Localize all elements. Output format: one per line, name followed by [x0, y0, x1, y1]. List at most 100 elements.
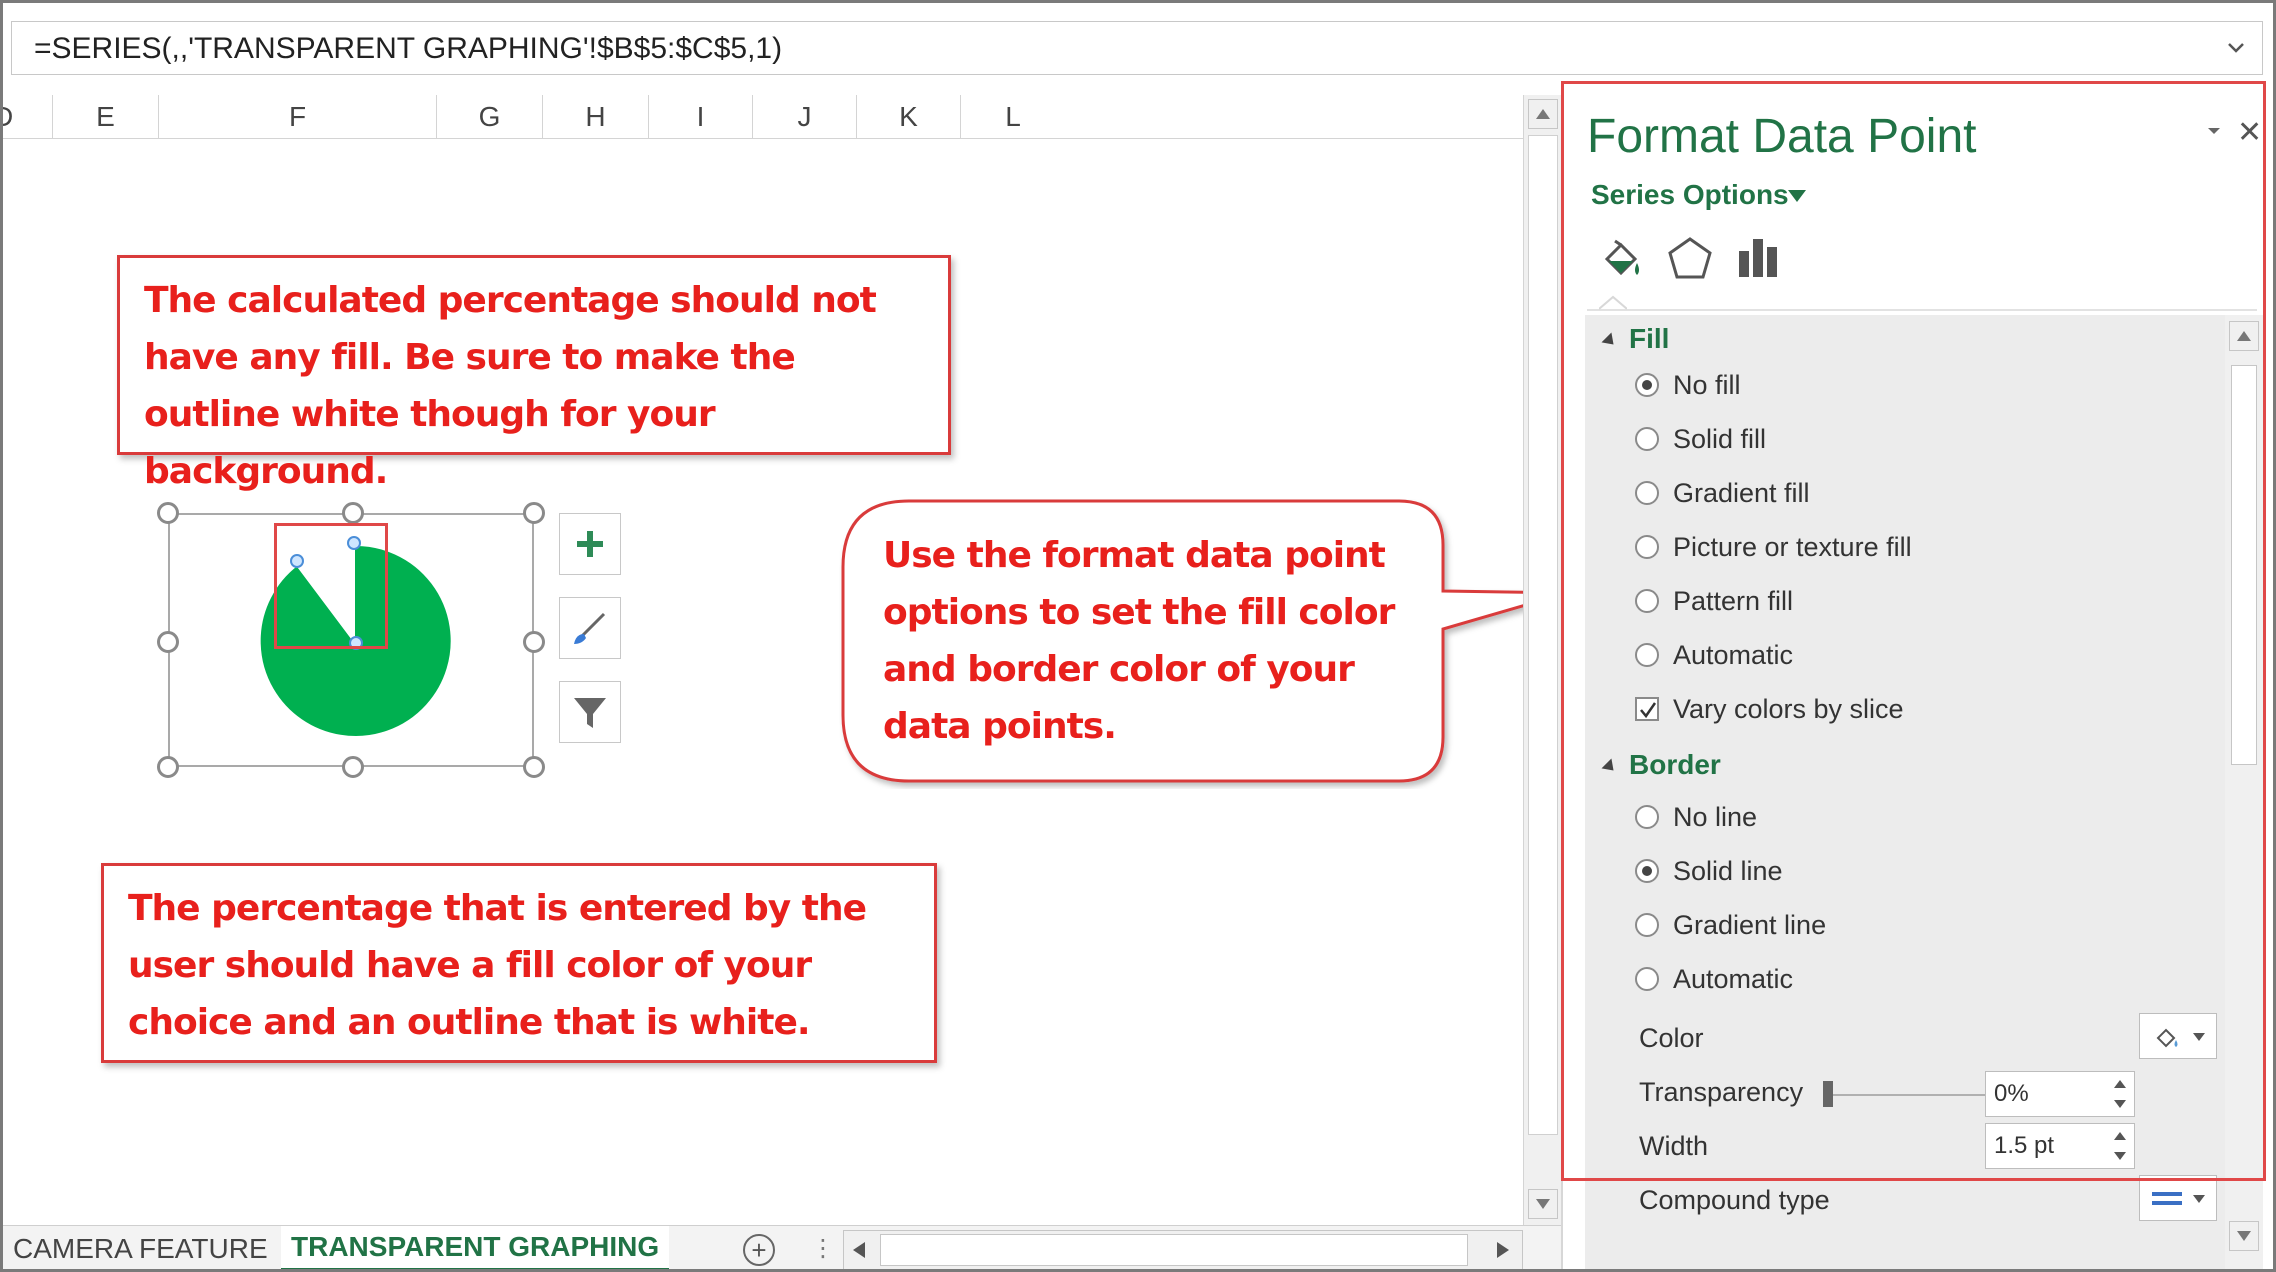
radio-button[interactable] [1635, 535, 1659, 559]
radio-button[interactable] [1635, 427, 1659, 451]
fill-section-header[interactable]: Fill [1601, 323, 1669, 355]
effects-pentagon-icon[interactable] [1665, 233, 1715, 283]
radio-button[interactable] [1635, 643, 1659, 667]
callout-calculated-percentage: The calculated percentage should not hav… [117, 255, 951, 492]
compound-type-label: Compound type [1639, 1185, 1830, 1215]
checkbox[interactable] [1635, 697, 1659, 721]
triangle-up-icon [1536, 109, 1550, 119]
slice-handle-a [290, 554, 304, 568]
sheet-vertical-scroll-thumb[interactable] [1528, 135, 1558, 1135]
slice-handle-b [347, 536, 361, 550]
resize-handle-bottom-right[interactable] [523, 756, 545, 778]
triangle-left-icon[interactable] [852, 1241, 866, 1259]
resize-handle-right[interactable] [523, 631, 545, 653]
pane-vertical-scrollbar[interactable] [2225, 315, 2263, 1269]
compound-type-dropdown[interactable] [2139, 1175, 2217, 1221]
column-header-row: D E F G H I J K L [3, 95, 1523, 139]
sheet-vertical-scrollbar[interactable] [1523, 95, 1561, 1230]
spinner-arrows-icon[interactable] [2112, 1076, 2128, 1112]
border-color-dropdown[interactable] [2139, 1013, 2217, 1059]
chevron-down-icon[interactable] [2224, 36, 2248, 60]
radio-pattern-fill[interactable]: Pattern fill [1635, 583, 1793, 619]
spinner-arrows-icon[interactable] [2112, 1128, 2128, 1164]
width-input[interactable]: 1.5 pt [1985, 1123, 2135, 1169]
paint-bucket-icon [2156, 1028, 2178, 1048]
chevron-down-icon [2193, 1033, 2205, 1041]
pane-scroll-up-button[interactable] [2229, 321, 2259, 351]
column-header-i[interactable]: I [649, 95, 753, 139]
radio-gradient-fill[interactable]: Gradient fill [1635, 475, 1810, 511]
chart-filters-button[interactable] [559, 681, 621, 743]
column-header-g[interactable]: G [437, 95, 543, 139]
radio-button[interactable] [1635, 913, 1659, 937]
chart-styles-button[interactable] [559, 597, 621, 659]
chart-elements-button[interactable] [559, 513, 621, 575]
chevron-down-icon [2193, 1195, 2205, 1203]
pane-scroll-thumb[interactable] [2231, 365, 2257, 765]
pie-chart-plot[interactable] [170, 515, 536, 769]
radio-gradient-line[interactable]: Gradient line [1635, 907, 1826, 943]
fill-line-icon[interactable] [1597, 233, 1647, 283]
radio-button[interactable] [1635, 967, 1659, 991]
radio-button[interactable] [1635, 805, 1659, 829]
radio-button[interactable] [1635, 481, 1659, 505]
radio-automatic-line[interactable]: Automatic [1635, 961, 1793, 997]
pane-options-area: Fill No fill Solid fill Gradient fill Pi… [1585, 315, 2225, 1269]
resize-handle-bottom-left[interactable] [157, 756, 179, 778]
collapse-triangle-icon[interactable] [1601, 758, 1619, 776]
column-header-j[interactable]: J [753, 95, 857, 139]
horizontal-scrollbar[interactable] [843, 1230, 1523, 1269]
resize-handle-top-right[interactable] [523, 502, 545, 524]
column-header-h[interactable]: H [543, 95, 649, 139]
series-options-dropdown[interactable]: Series Options [1591, 179, 1789, 211]
tab-split-handle[interactable]: ⋮ [811, 1234, 835, 1263]
chevron-down-icon[interactable] [1787, 189, 1807, 203]
pane-options-icon[interactable] [2203, 119, 2225, 141]
radio-button[interactable] [1635, 589, 1659, 613]
radio-solid-fill[interactable]: Solid fill [1635, 421, 1766, 457]
border-section-header[interactable]: Border [1601, 749, 1721, 781]
checkbox-vary-colors[interactable]: Vary colors by slice [1635, 691, 1904, 727]
resize-handle-left[interactable] [157, 631, 179, 653]
column-header-e[interactable]: E [53, 95, 159, 139]
radio-solid-line[interactable]: Solid line [1635, 853, 1783, 889]
resize-handle-bottom[interactable] [342, 756, 364, 778]
color-label: Color [1639, 1023, 1704, 1053]
resize-handle-top[interactable] [342, 502, 364, 524]
slice-handle-c [349, 636, 363, 650]
column-header-k[interactable]: K [857, 95, 961, 139]
add-sheet-icon[interactable]: + [743, 1234, 775, 1266]
collapse-triangle-icon[interactable] [1601, 332, 1619, 350]
formula-text[interactable]: =SERIES(,,'TRANSPARENT GRAPHING'!$B$5:$C… [34, 32, 782, 66]
radio-picture-texture-fill[interactable]: Picture or texture fill [1635, 529, 1912, 565]
plus-icon [577, 531, 603, 557]
brush-icon [574, 612, 606, 644]
close-icon[interactable]: ✕ [2237, 115, 2262, 150]
transparency-input[interactable]: 0% [1985, 1071, 2135, 1117]
series-options-chart-icon[interactable] [1733, 233, 1783, 283]
scroll-down-button[interactable] [1528, 1189, 1558, 1219]
radio-no-fill[interactable]: No fill [1635, 367, 1741, 403]
column-header-d[interactable]: D [3, 95, 53, 139]
tab-transparent-graphing[interactable]: TRANSPARENT GRAPHING [281, 1226, 670, 1269]
sheet-tabs-bar: CAMERA FEATURE TRANSPARENT GRAPHING + ⋮ [3, 1225, 1561, 1269]
pie-chart[interactable] [157, 502, 545, 778]
radio-automatic-fill[interactable]: Automatic [1635, 637, 1793, 673]
triangle-down-icon [2237, 1231, 2251, 1241]
column-header-f[interactable]: F [159, 95, 437, 139]
scroll-up-button[interactable] [1528, 99, 1558, 129]
formula-bar[interactable]: =SERIES(,,'TRANSPARENT GRAPHING'!$B$5:$C… [11, 21, 2263, 75]
icons-divider [1587, 309, 2257, 311]
transparency-slider-track[interactable] [1823, 1094, 1995, 1096]
radio-button[interactable] [1635, 373, 1659, 397]
radio-button[interactable] [1635, 859, 1659, 883]
resize-handle-top-left[interactable] [157, 502, 179, 524]
tab-camera-feature[interactable]: CAMERA FEATURE [3, 1226, 278, 1269]
column-header-l[interactable]: L [961, 95, 1065, 139]
horizontal-scroll-thumb[interactable] [880, 1234, 1468, 1266]
radio-no-line[interactable]: No line [1635, 799, 1757, 835]
excel-window: =SERIES(,,'TRANSPARENT GRAPHING'!$B$5:$C… [0, 0, 2276, 1272]
transparency-slider-thumb[interactable] [1823, 1081, 1833, 1107]
pane-scroll-down-button[interactable] [2229, 1221, 2259, 1251]
triangle-right-icon[interactable] [1496, 1241, 1510, 1259]
